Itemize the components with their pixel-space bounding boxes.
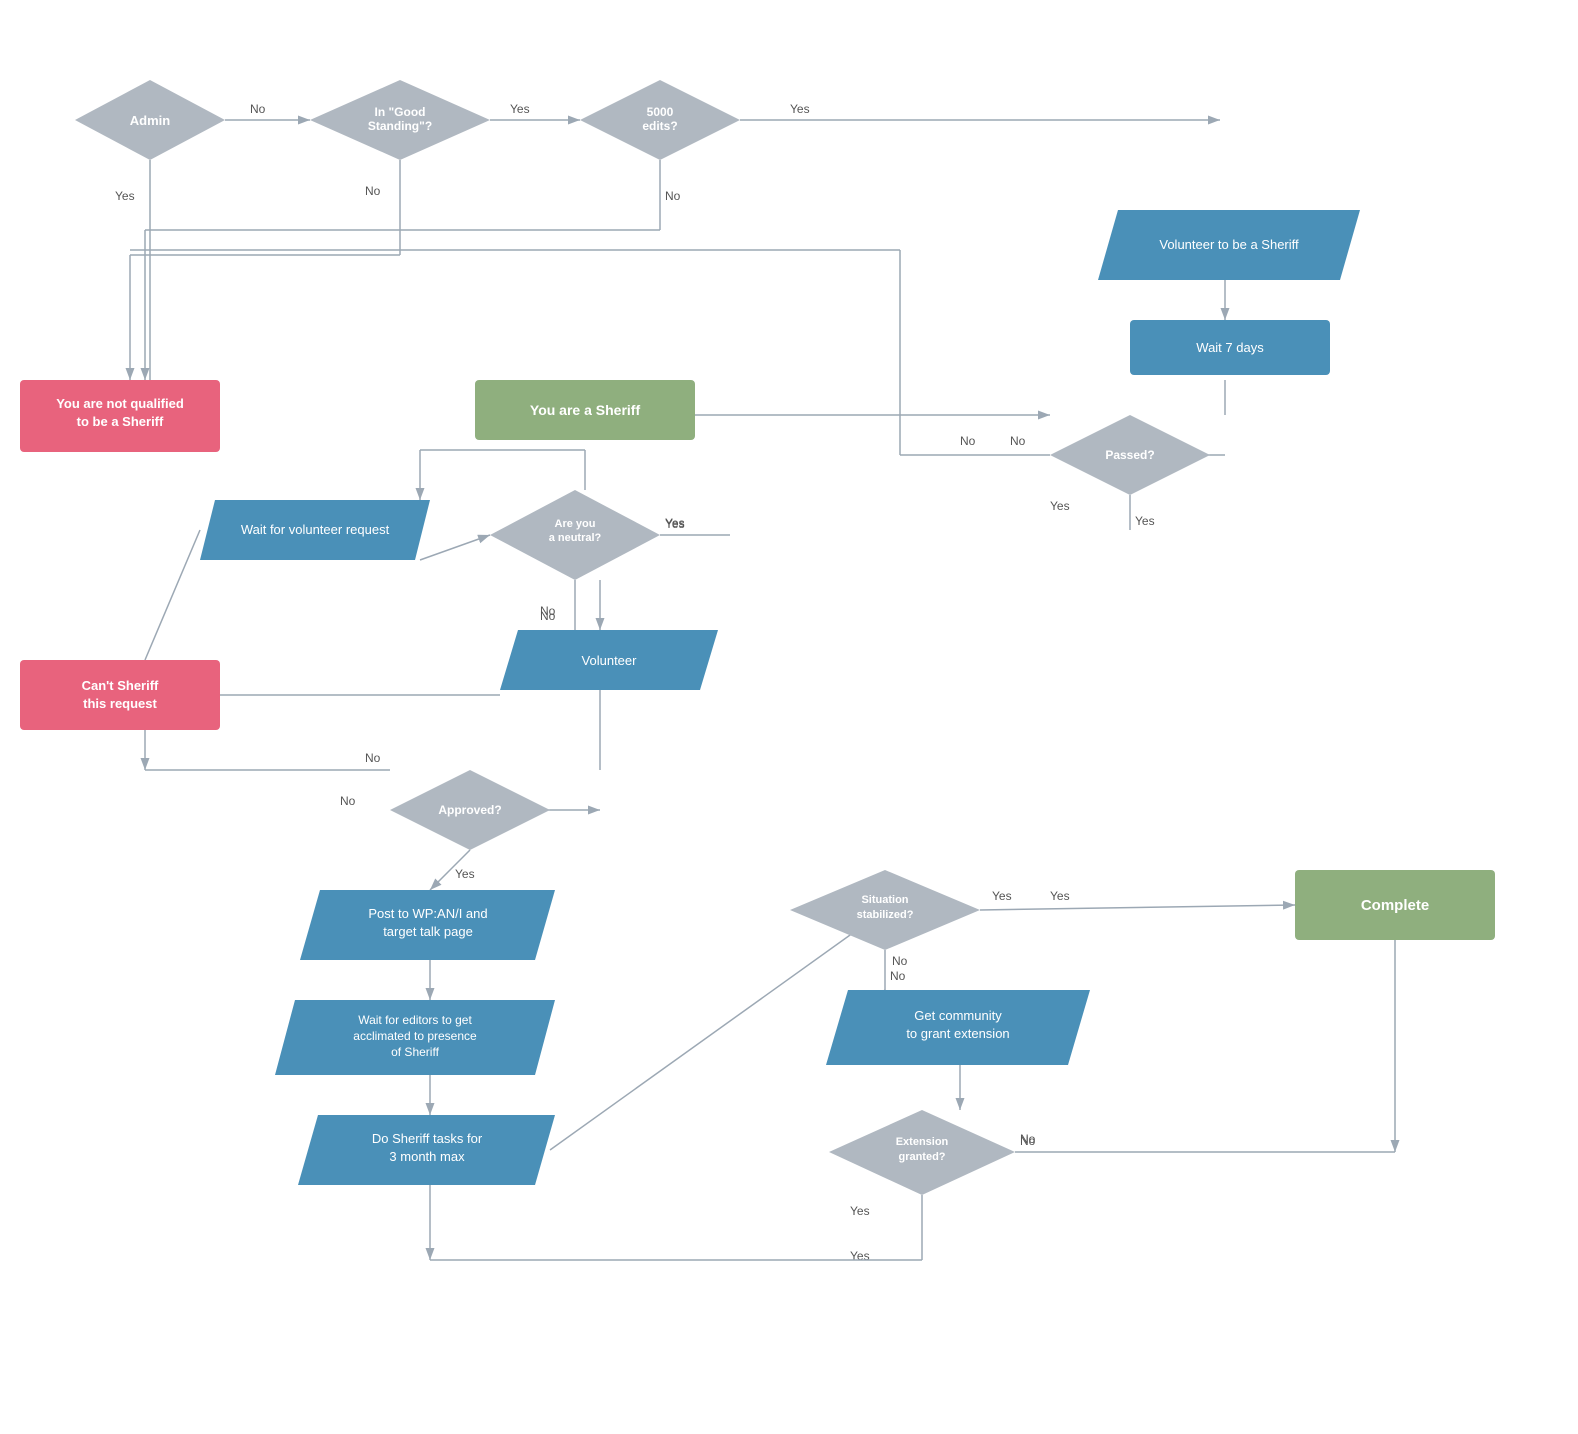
are-you-neutral-diamond: Are you a neutral? — [490, 490, 660, 580]
not-qualified-rect: You are not qualified to be a Sheriff — [20, 380, 220, 452]
svg-text:this request: this request — [83, 696, 157, 711]
approved-no-label: No — [340, 794, 356, 808]
edits-5000-diamond: 5000 edits? — [580, 80, 740, 160]
svg-text:acclimated to presence: acclimated to presence — [353, 1029, 477, 1043]
volunteer-parallelogram: Volunteer — [500, 630, 718, 690]
svg-text:Can't Sheriff: Can't Sheriff — [82, 678, 159, 693]
svg-text:3 month max: 3 month max — [389, 1149, 465, 1164]
you-are-sheriff-rect: You are a Sheriff — [475, 380, 695, 440]
svg-text:Yes: Yes — [510, 102, 530, 116]
svg-text:Wait 7 days: Wait 7 days — [1196, 340, 1264, 355]
svg-text:Situation: Situation — [861, 894, 908, 906]
svg-text:You are not qualified: You are not qualified — [56, 396, 184, 411]
svg-text:Yes: Yes — [1135, 514, 1155, 528]
svg-text:Standing"?: Standing"? — [368, 119, 432, 133]
passed-diamond: Passed? — [1050, 415, 1210, 495]
svg-text:Do Sheriff tasks for: Do Sheriff tasks for — [372, 1131, 483, 1146]
svg-text:stabilized?: stabilized? — [857, 909, 914, 921]
passed-yes-label: Yes — [1050, 499, 1070, 513]
wait-volunteer-request: Wait for volunteer request — [200, 500, 430, 560]
svg-text:Wait for volunteer request: Wait for volunteer request — [241, 522, 390, 537]
get-community: Get community to grant extension — [826, 990, 1090, 1065]
svg-text:Get community: Get community — [914, 1008, 1002, 1023]
situation-no-label: No — [892, 954, 908, 968]
svg-text:No: No — [665, 189, 681, 203]
svg-text:You are a Sheriff: You are a Sheriff — [530, 402, 641, 418]
svg-text:Yes: Yes — [850, 1249, 870, 1263]
svg-text:Wait for editors to get: Wait for editors to get — [358, 1013, 472, 1027]
passed-no-label: No — [960, 434, 976, 448]
svg-text:No: No — [890, 969, 906, 983]
svg-text:Volunteer: Volunteer — [582, 653, 638, 668]
svg-text:Approved?: Approved? — [438, 803, 501, 817]
situation-yes-label: Yes — [992, 889, 1012, 903]
svg-text:Extension: Extension — [896, 1136, 949, 1148]
svg-text:No: No — [365, 184, 381, 198]
extension-no-label: No — [1020, 1134, 1036, 1148]
svg-text:Post to WP:AN/I and: Post to WP:AN/I and — [368, 906, 487, 921]
neutral-no-label: No — [540, 604, 556, 618]
do-sheriff-tasks: Do Sheriff tasks for 3 month max — [298, 1115, 555, 1185]
svg-text:No: No — [250, 102, 266, 116]
admin-diamond: Admin — [75, 80, 225, 160]
svg-text:Passed?: Passed? — [1105, 448, 1154, 462]
svg-text:Yes: Yes — [790, 102, 810, 116]
svg-text:granted?: granted? — [898, 1151, 945, 1163]
wait-7-days: Wait 7 days — [1130, 320, 1330, 375]
svg-text:No: No — [1010, 434, 1026, 448]
svg-text:Yes: Yes — [115, 189, 135, 203]
situation-stabilized-diamond: Situation stabilized? — [790, 870, 980, 950]
svg-text:5000: 5000 — [647, 105, 674, 119]
svg-text:Are you: Are you — [555, 518, 596, 530]
svg-text:to be a Sheriff: to be a Sheriff — [77, 414, 164, 429]
good-standing-diamond: In "Good Standing"? — [310, 80, 490, 160]
cant-sheriff-rect: Can't Sheriff this request — [20, 660, 220, 730]
volunteer-to-be-sheriff: Volunteer to be a Sheriff — [1098, 210, 1360, 280]
extension-granted-diamond: Extension granted? — [829, 1110, 1015, 1195]
svg-text:edits?: edits? — [642, 119, 677, 133]
post-wp-ani: Post to WP:AN/I and target talk page — [300, 890, 555, 960]
svg-text:to grant extension: to grant extension — [906, 1026, 1009, 1041]
svg-text:of Sheriff: of Sheriff — [391, 1045, 439, 1059]
svg-text:target talk page: target talk page — [383, 924, 473, 939]
svg-text:No: No — [365, 751, 381, 765]
extension-yes-label: Yes — [850, 1204, 870, 1218]
approved-diamond: Approved? — [390, 770, 550, 850]
svg-text:Complete: Complete — [1361, 897, 1429, 914]
svg-text:Yes: Yes — [455, 867, 475, 881]
svg-text:Yes: Yes — [1050, 889, 1070, 903]
neutral-yes-label: Yes — [665, 516, 685, 530]
svg-text:Volunteer to be a Sheriff: Volunteer to be a Sheriff — [1159, 237, 1299, 252]
svg-text:Admin: Admin — [130, 113, 171, 128]
wait-editors: Wait for editors to get acclimated to pr… — [275, 1000, 555, 1075]
svg-text:a neutral?: a neutral? — [549, 532, 602, 544]
svg-text:In "Good: In "Good — [374, 105, 425, 119]
complete-rect: Complete — [1295, 870, 1495, 940]
